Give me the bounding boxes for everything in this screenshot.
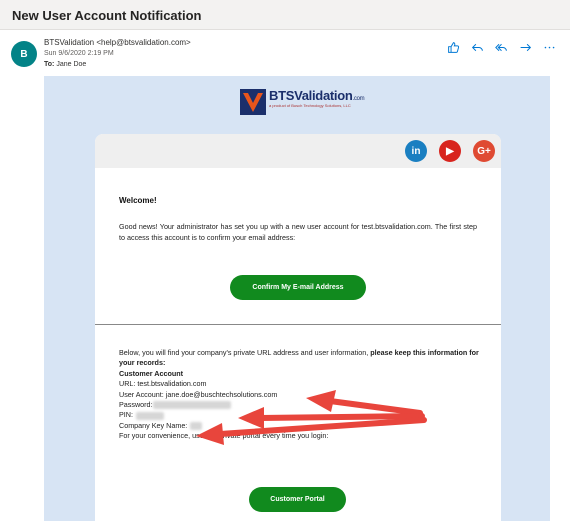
sent-date: Sun 9/6/2020 2:19 PM: [44, 50, 114, 57]
customer-portal-button[interactable]: Customer Portal: [249, 487, 346, 512]
sender-avatar[interactable]: B: [11, 41, 37, 67]
account-heading: Customer Account: [119, 368, 184, 378]
intro-paragraph: Good news! Your administrator has set yo…: [119, 222, 477, 242]
more-icon[interactable]: [542, 40, 556, 54]
google-plus-icon[interactable]: G+: [473, 140, 495, 162]
logo-name: BTSValidation: [269, 88, 353, 103]
pin-redacted: [135, 411, 164, 420]
recipient-line: To: Jane Doe: [44, 61, 86, 68]
reply-all-icon[interactable]: [494, 40, 508, 54]
password-label: Password:: [119, 400, 153, 410]
youtube-icon[interactable]: ▶: [439, 140, 461, 162]
to-label: To:: [44, 61, 55, 68]
section-divider: [95, 324, 501, 325]
forward-icon[interactable]: [518, 40, 532, 54]
info-intro: Below, you will find your company's priv…: [119, 348, 369, 357]
social-links: in ▶ G+: [405, 140, 495, 162]
bts-logo-mark-icon: [240, 89, 266, 115]
card-header: in ▶ G+: [95, 134, 501, 168]
logo-tagline: a product of Busch Technology Solutions,…: [269, 103, 351, 108]
email-card: in ▶ G+ Welcome! Good news! Your adminis…: [95, 134, 501, 521]
confirm-email-button[interactable]: Confirm My E-mail Address: [230, 275, 366, 300]
user-account-line: User Account: jane.doe@buschtechsolution…: [119, 389, 278, 399]
url-line: URL: test.btsvalidation.com: [119, 379, 207, 389]
pin-label: PIN:: [119, 410, 133, 420]
welcome-heading: Welcome!: [119, 196, 157, 205]
email-body: BTSValidation.com a product of Busch Tec…: [44, 76, 550, 521]
bts-logo: BTSValidation.com a product of Busch Tec…: [239, 88, 365, 116]
company-key-label: Company Key Name:: [119, 420, 188, 430]
password-redacted: [152, 401, 231, 410]
sender-address[interactable]: BTSValidation <help@btsvalidation.com>: [44, 38, 191, 47]
company-key-redacted: [190, 421, 203, 430]
recipient-name[interactable]: Jane Doe: [56, 61, 86, 68]
like-icon[interactable]: [446, 40, 460, 54]
reply-icon[interactable]: [470, 40, 484, 54]
logo-suffix: .com: [352, 96, 365, 102]
linkedin-icon[interactable]: in: [405, 140, 427, 162]
portal-note: For your convenience, use this private p…: [119, 431, 329, 441]
account-info: Below, you will find your company's priv…: [119, 348, 483, 442]
message-actions: [446, 40, 556, 54]
email-subject: New User Account Notification: [0, 0, 570, 30]
